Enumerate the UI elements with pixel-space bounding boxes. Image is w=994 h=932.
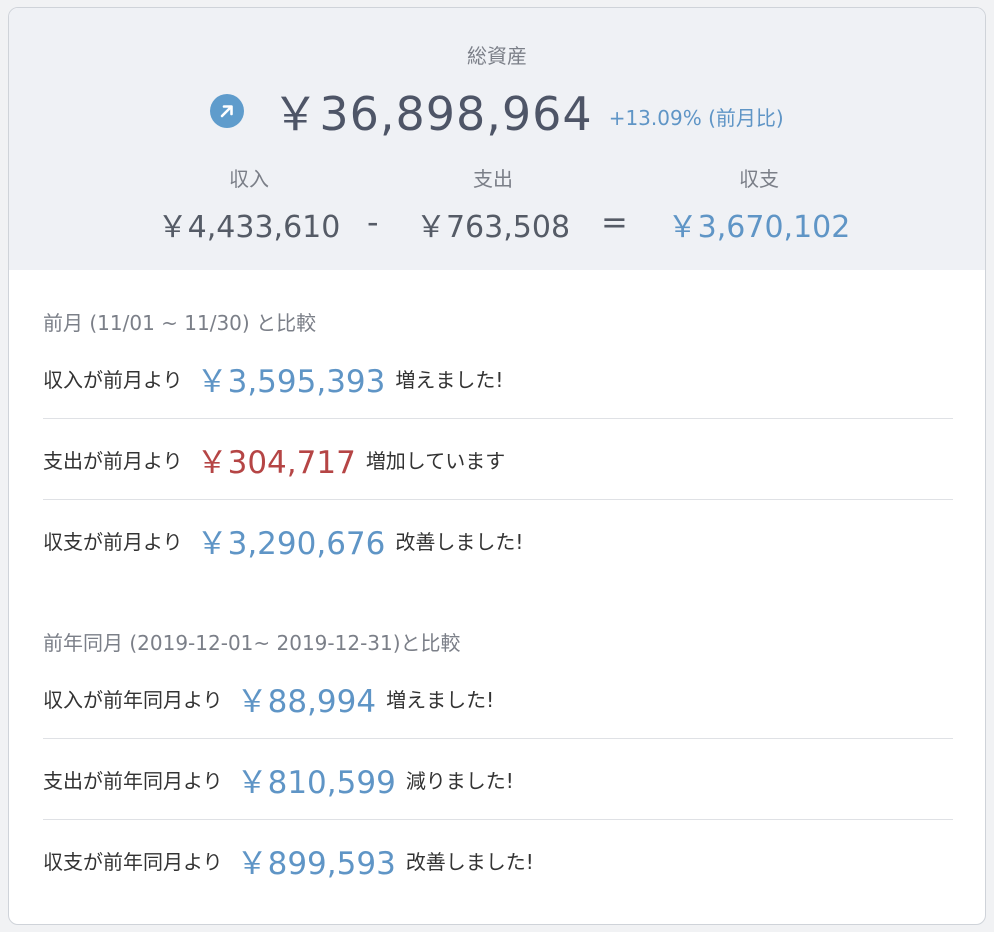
comparison-row: 収支が前月より ￥3,290,676 改善しました!: [43, 500, 953, 580]
balance-value: ￥3,670,102: [667, 210, 851, 245]
arrow-up-right-icon: [210, 94, 245, 128]
previous-month-comparison: 前月 (11/01 ~ 11/30) と比較 収入が前月より ￥3,595,39…: [9, 308, 985, 580]
total-assets-value: ￥36,898,964: [272, 87, 593, 141]
row-amount: ￥304,717: [196, 444, 356, 481]
row-suffix: 増えました!: [386, 687, 495, 712]
row-prefix: 収支が前年同月より: [43, 849, 223, 874]
row-amount: ￥3,595,393: [196, 363, 386, 400]
minus-operator: -: [367, 203, 379, 241]
expense-summary: 支出 ￥763,508: [403, 163, 583, 246]
income-label: 収入: [229, 167, 269, 191]
income-summary: 収入 ￥4,433,610: [149, 163, 349, 246]
comparison-row: 収入が前年同月より ￥88,994 増えました!: [43, 658, 953, 739]
row-suffix: 増えました!: [395, 367, 504, 392]
total-assets-change: +13.09% (前月比): [608, 105, 784, 130]
total-assets-label: 総資産: [467, 44, 527, 68]
summary-header: 総資産 ￥36,898,964 +13.09% (前月比) 収入 ￥4,433,…: [9, 8, 985, 270]
comparison-row: 収支が前年同月より ￥899,593 改善しました!: [43, 820, 953, 900]
row-amount: ￥899,593: [236, 845, 396, 882]
row-amount: ￥88,994: [236, 683, 377, 720]
comparison-title: 前年同月 (2019-12-01~ 2019-12-31)と比較: [43, 631, 461, 655]
row-prefix: 収支が前月より: [43, 529, 183, 554]
total-assets-row: ￥36,898,964 +13.09% (前月比): [9, 78, 985, 144]
income-value: ￥4,433,610: [157, 210, 341, 245]
row-amount: ￥810,599: [236, 764, 396, 801]
expense-value: ￥763,508: [415, 210, 571, 245]
row-suffix: 改善しました!: [395, 529, 524, 554]
balance-label: 収支: [739, 167, 779, 191]
comparison-row: 収入が前月より ￥3,595,393 増えました!: [43, 338, 953, 419]
row-amount: ￥3,290,676: [196, 525, 386, 562]
row-prefix: 収入が前月より: [43, 367, 183, 392]
row-suffix: 改善しました!: [405, 849, 534, 874]
comparison-title: 前月 (11/01 ~ 11/30) と比較: [43, 311, 317, 335]
previous-year-comparison: 前年同月 (2019-12-01~ 2019-12-31)と比較 収入が前年同月…: [9, 628, 985, 900]
cash-flow-summary: 収入 ￥4,433,610 - 支出 ￥763,508 = 収支 ￥3,670,…: [9, 163, 985, 246]
row-prefix: 支出が前年同月より: [43, 768, 223, 793]
row-suffix: 増加しています: [365, 448, 506, 473]
row-prefix: 収入が前年同月より: [43, 687, 223, 712]
comparison-row: 支出が前月より ￥304,717 増加しています: [43, 419, 953, 500]
expense-label: 支出: [473, 167, 513, 191]
row-prefix: 支出が前月より: [43, 448, 183, 473]
balance-summary: 収支 ￥3,670,102: [659, 163, 859, 246]
equals-operator: =: [601, 203, 628, 241]
asset-summary-card: 総資産 ￥36,898,964 +13.09% (前月比) 収入 ￥4,433,…: [8, 7, 986, 925]
comparison-row: 支出が前年同月より ￥810,599 減りました!: [43, 739, 953, 820]
row-suffix: 減りました!: [405, 768, 514, 793]
